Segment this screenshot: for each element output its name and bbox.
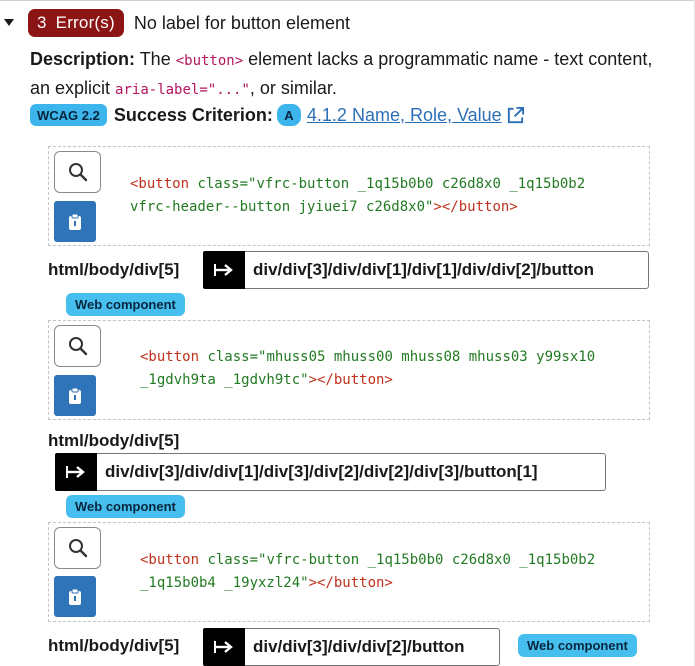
code-snippet-2: <button class="mhuss05 mhuss00 mhuss08 m… [48, 320, 650, 420]
web-component-badge: Web component [66, 293, 185, 316]
shadow-path-text: div/div[3]/div/div[2]/button [253, 637, 465, 656]
description-code-button: <button> [175, 53, 244, 69]
web-component-badge: Web component [518, 634, 637, 657]
shadow-path-text: div/div[3]/div/div[1]/div[1]/div/div[2]/… [253, 260, 594, 279]
code-text-2: <button class="mhuss05 mhuss00 mhuss08 m… [140, 346, 595, 392]
description-text-3: , or similar. [249, 78, 337, 98]
code-tag-close: ></button> [308, 372, 393, 388]
code-attr-line1: class="vfrc-button _1q15b0b0 c26d8x0 _1q… [207, 552, 596, 568]
shadow-path-box[interactable]: div/div[3]/div/div[1]/div[1]/div/div[2]/… [203, 251, 649, 289]
clipboard-icon [69, 213, 81, 230]
code-attr-line2: _1gdvh9ta _1gdvh9tc" [140, 372, 309, 388]
code-attr-line2: vfrc-header--button jyiuei7 c26d8x0" [130, 199, 434, 215]
magnifier-icon [68, 539, 87, 558]
dom-path-prefix: html/body/div[5] [48, 636, 180, 655]
highlight-element-button[interactable] [54, 325, 101, 367]
error-count: 3 [37, 13, 47, 32]
error-count-badge: 3 Error(s) [28, 9, 124, 37]
magnifier-icon [68, 163, 87, 182]
code-tag-close: ></button> [433, 199, 518, 215]
external-link-icon[interactable] [506, 106, 525, 125]
success-criterion-label: Success Criterion: [113, 104, 273, 125]
code-tag-open: <button [140, 552, 208, 568]
clipboard-icon [69, 387, 81, 404]
dom-path-prefix: html/body/div[5] [48, 260, 180, 279]
shadow-dom-arrow-icon [203, 251, 245, 289]
highlight-element-button[interactable] [54, 527, 101, 569]
code-snippet-1: <button class="vfrc-button _1q15b0b0 c26… [48, 146, 650, 246]
code-tag-open: <button [140, 349, 208, 365]
code-attr-line1: class="vfrc-button _1q15b0b0 c26d8x0 _1q… [197, 176, 586, 192]
code-text-1: <button class="vfrc-button _1q15b0b0 c26… [130, 173, 585, 219]
shadow-path-text: div/div[3]/div/div[1]/div[3]/div[2]/div[… [105, 462, 538, 481]
code-tag-open: <button [130, 176, 198, 192]
caret-down-icon[interactable] [4, 19, 14, 27]
shadow-path-box[interactable]: div/div[3]/div/div[1]/div[3]/div[2]/div[… [55, 453, 606, 491]
copy-code-button[interactable] [54, 375, 96, 416]
code-attr-line1: class="mhuss05 mhuss00 mhuss08 mhuss03 y… [207, 349, 596, 365]
code-attr-line2: _1q15b0b4 _19yxzl24" [140, 575, 309, 591]
description-label: Description: [30, 49, 136, 69]
criterion-link[interactable]: 4.1.2 Name, Role, Value [307, 105, 502, 126]
issue-header[interactable]: 3 Error(s) No label for button element [0, 8, 350, 38]
shadow-dom-arrow-icon [203, 628, 245, 666]
wcag-version-badge: WCAG 2.2 [30, 104, 107, 126]
shadow-dom-arrow-icon [55, 453, 97, 491]
copy-code-button[interactable] [54, 201, 96, 242]
code-tag-close: ></button> [308, 575, 393, 591]
conformance-level-badge: A [276, 104, 301, 126]
top-divider [0, 0, 695, 1]
code-text-3: <button class="vfrc-button _1q15b0b0 c26… [140, 549, 595, 595]
error-suffix: Error(s) [55, 13, 115, 32]
success-criterion-row: WCAG 2.2 Success Criterion: A 4.1.2 Name… [30, 103, 525, 127]
highlight-element-button[interactable] [54, 151, 101, 193]
clipboard-icon [69, 588, 81, 605]
description-code-aria: aria-label="..." [115, 82, 250, 98]
copy-code-button[interactable] [54, 576, 96, 617]
web-component-badge: Web component [66, 495, 185, 518]
issue-title: No label for button element [133, 12, 350, 33]
code-snippet-3: <button class="vfrc-button _1q15b0b0 c26… [48, 522, 650, 622]
issue-description: Description: The <button> element lacks … [30, 46, 670, 104]
magnifier-icon [68, 337, 87, 356]
shadow-path-box[interactable]: div/div[3]/div/div[2]/button [203, 628, 500, 666]
description-text-1: The [135, 49, 176, 69]
dom-path-prefix: html/body/div[5] [48, 431, 180, 450]
